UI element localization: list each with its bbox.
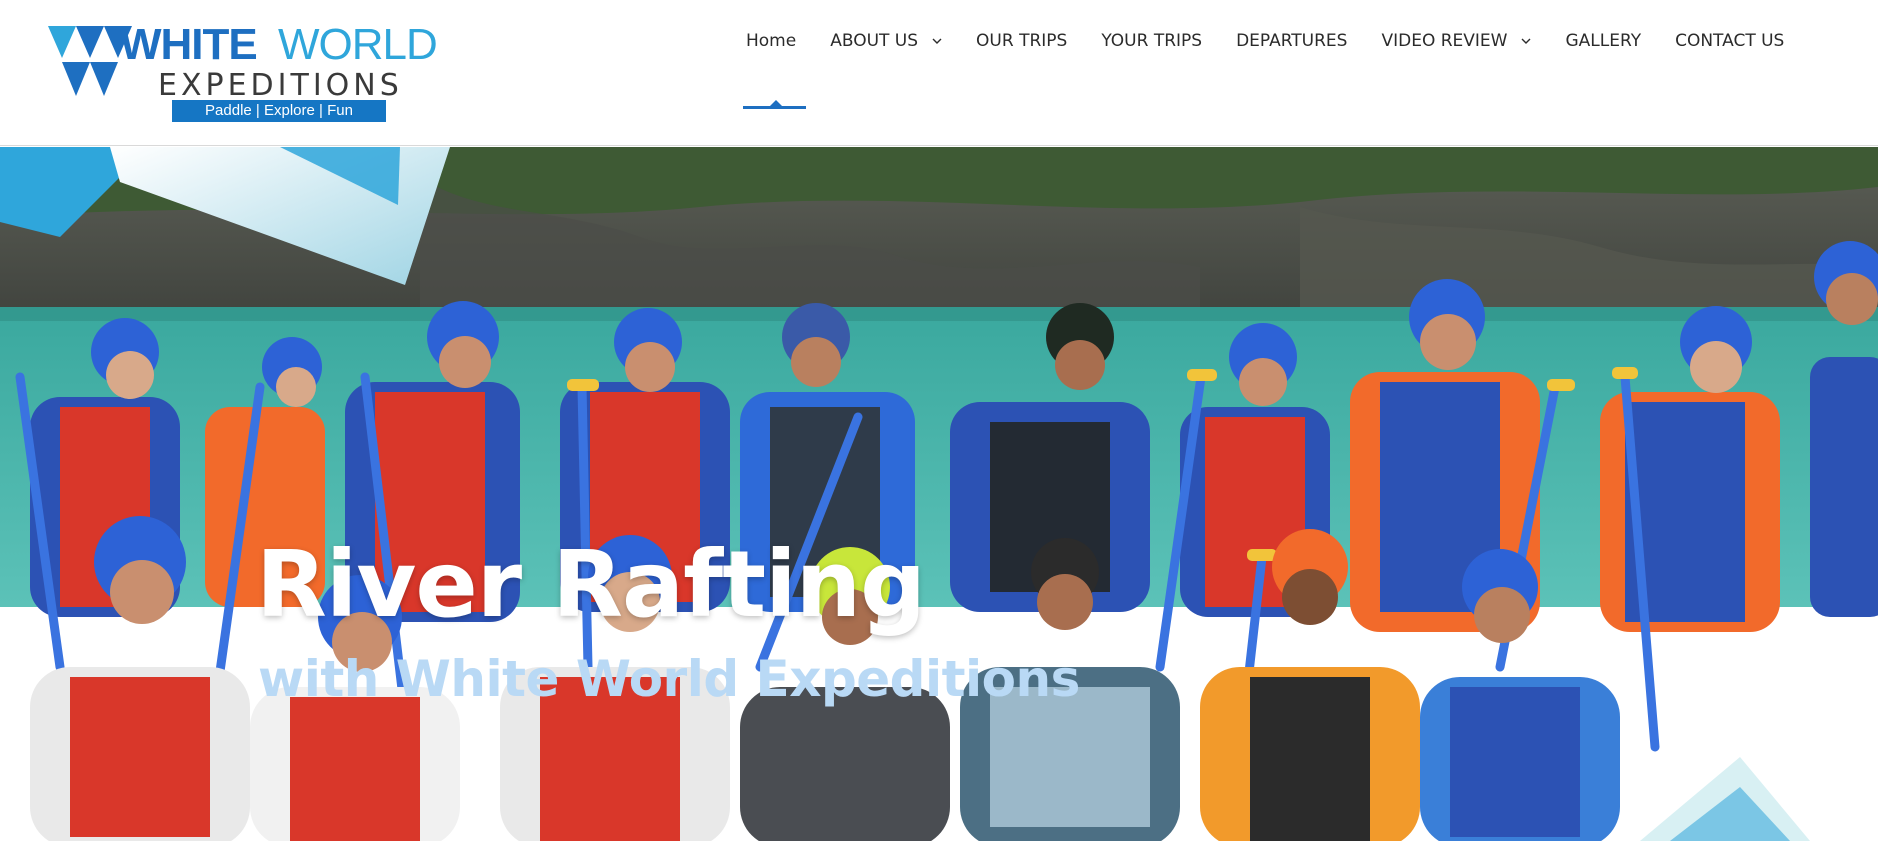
active-nav-indicator	[743, 106, 806, 109]
brand-name-white: WHITE	[120, 20, 258, 69]
chevron-down-icon	[932, 38, 942, 44]
nav-item-departures[interactable]: DEPARTURES	[1236, 26, 1347, 56]
nav-item-video-review[interactable]: VIDEO REVIEW	[1381, 26, 1533, 56]
brand-logo[interactable]: WHITE WORLD EXPEDITIONS Paddle | Explore…	[48, 20, 438, 124]
nav-item-home[interactable]: Home	[746, 26, 796, 56]
site-header: WHITE WORLD EXPEDITIONS Paddle | Explore…	[0, 0, 1878, 146]
brand-tagline: Paddle | Explore | Fun	[172, 100, 386, 122]
nav-label: OUR TRIPS	[976, 31, 1068, 51]
main-nav: Home ABOUT US OUR TRIPS YOUR TRIPS DEPAR…	[730, 26, 1784, 56]
nav-label: GALLERY	[1565, 31, 1642, 51]
nav-label: DEPARTURES	[1236, 31, 1348, 51]
nav-item-contact-us[interactable]: CONTACT US	[1675, 26, 1784, 56]
nav-label: ABOUT US	[830, 31, 919, 51]
nav-label: CONTACT US	[1675, 31, 1785, 51]
nav-item-our-trips[interactable]: OUR TRIPS	[976, 26, 1067, 56]
hero-banner: River Rafting with White World Expeditio…	[0, 147, 1878, 841]
hero-rafting-team-photo	[0, 147, 1878, 841]
nav-label: YOUR TRIPS	[1101, 31, 1203, 51]
brand-subtitle: EXPEDITIONS	[158, 68, 403, 103]
chevron-down-icon	[1521, 38, 1531, 44]
nav-item-about-us[interactable]: ABOUT US	[830, 26, 944, 56]
nav-label: Home	[746, 31, 797, 51]
nav-label: VIDEO REVIEW	[1381, 31, 1508, 51]
nav-item-gallery[interactable]: GALLERY	[1565, 26, 1641, 56]
brand-name-world: WORLD	[278, 20, 438, 69]
nav-item-your-trips[interactable]: YOUR TRIPS	[1101, 26, 1202, 56]
hero-title: River Rafting	[256, 531, 926, 638]
hero-subtitle: with White World Expeditions	[258, 650, 1080, 708]
